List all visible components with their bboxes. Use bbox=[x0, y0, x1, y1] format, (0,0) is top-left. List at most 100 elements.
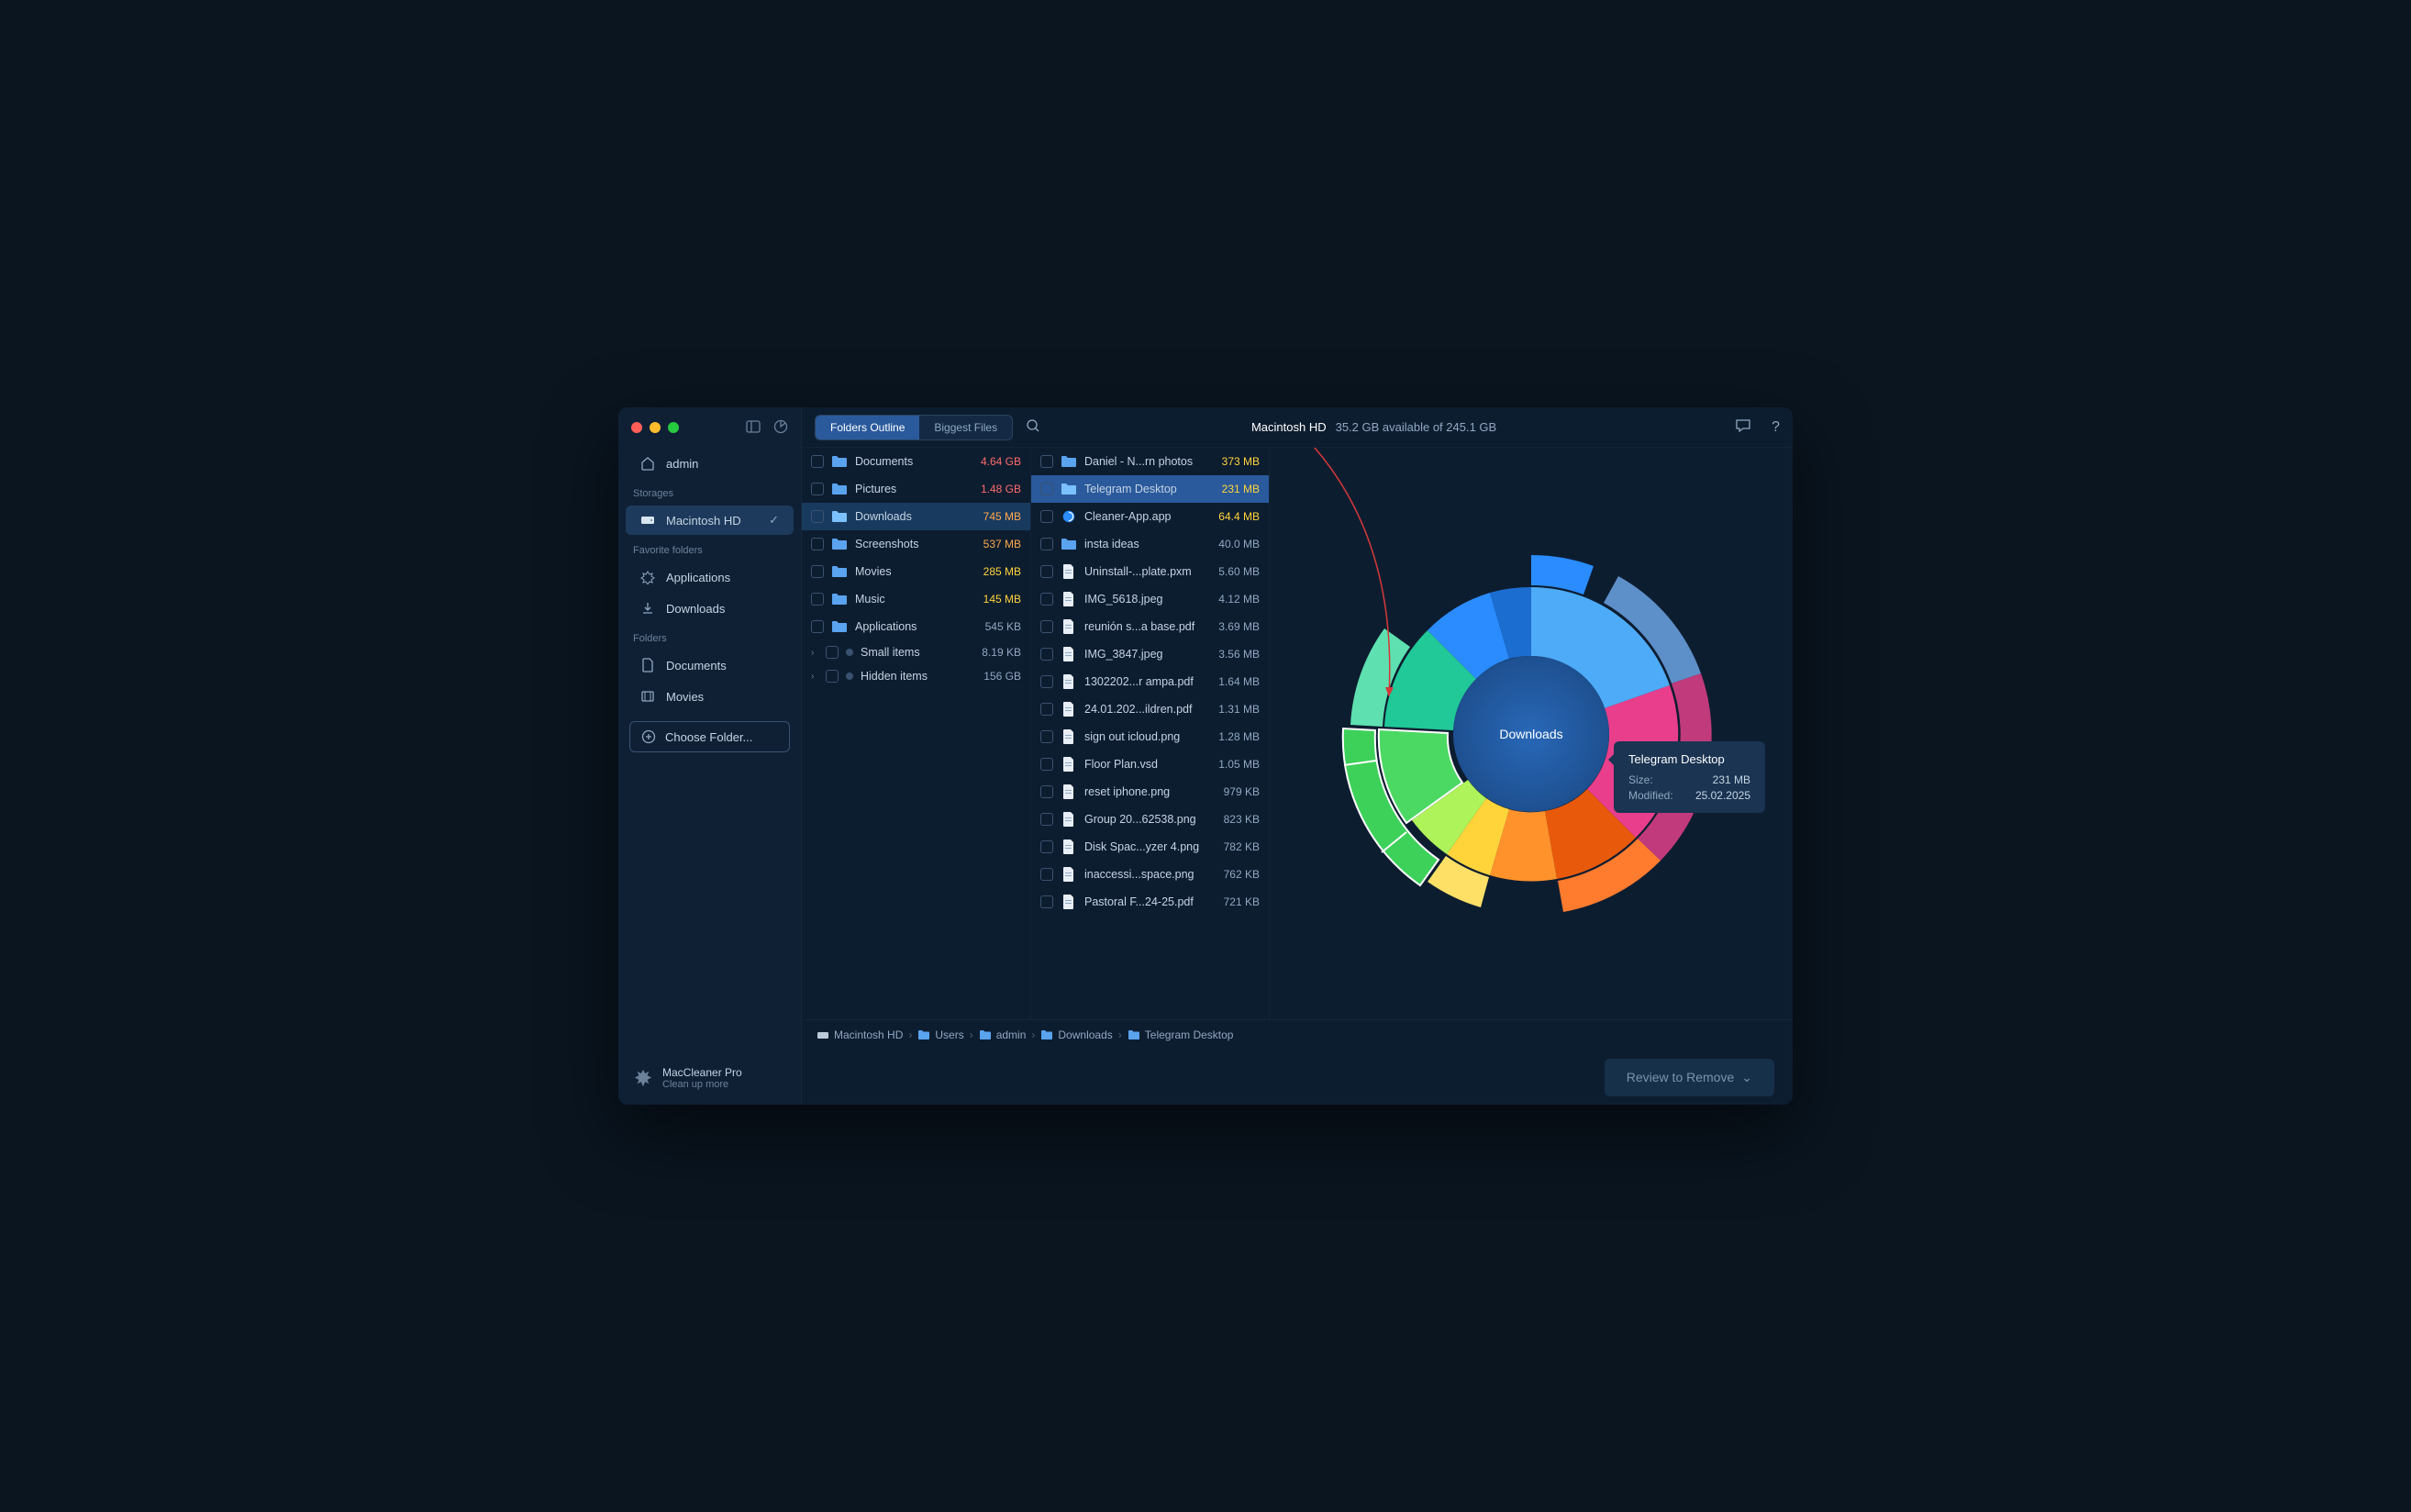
list-item[interactable]: Music145 MB bbox=[802, 585, 1030, 613]
tab-folders-outline[interactable]: Folders Outline bbox=[816, 416, 919, 439]
item-name: Screenshots bbox=[855, 538, 962, 550]
list-item[interactable]: Telegram Desktop231 MB bbox=[1031, 475, 1269, 503]
item-size: 156 GB bbox=[970, 670, 1021, 683]
review-to-remove-button[interactable]: Review to Remove ⌄ bbox=[1605, 1059, 1774, 1096]
breadcrumb-item[interactable]: Telegram Desktop bbox=[1128, 1028, 1234, 1041]
list-item[interactable]: ›Hidden items156 GB bbox=[802, 664, 1030, 688]
checkbox[interactable] bbox=[1040, 840, 1053, 853]
breadcrumb-item[interactable]: Users bbox=[917, 1028, 963, 1041]
fullscreen-window-button[interactable] bbox=[668, 422, 679, 433]
item-size: 373 MB bbox=[1208, 455, 1260, 468]
list-item[interactable]: Uninstall-...plate.pxm5.60 MB bbox=[1031, 558, 1269, 585]
pie-chart-icon[interactable] bbox=[773, 419, 788, 437]
list-item[interactable]: Daniel - N...rn photos373 MB bbox=[1031, 448, 1269, 475]
choose-folder-button[interactable]: Choose Folder... bbox=[629, 721, 790, 752]
list-item[interactable]: Movies285 MB bbox=[802, 558, 1030, 585]
checkbox[interactable] bbox=[811, 455, 824, 468]
sidebar-item-documents[interactable]: Documents bbox=[626, 650, 794, 680]
tooltip-title: Telegram Desktop bbox=[1628, 752, 1750, 766]
list-item[interactable]: Pastoral F...24-25.pdf721 KB bbox=[1031, 888, 1269, 916]
checkbox[interactable] bbox=[1040, 455, 1053, 468]
list-item[interactable]: Disk Spac...yzer 4.png 782 KB bbox=[1031, 833, 1269, 861]
checkbox[interactable] bbox=[1040, 758, 1053, 771]
list-item[interactable]: insta ideas40.0 MB bbox=[1031, 530, 1269, 558]
sidebar-item-downloads[interactable]: Downloads bbox=[626, 594, 794, 623]
search-icon[interactable] bbox=[1026, 418, 1040, 436]
checkbox[interactable] bbox=[1040, 895, 1053, 908]
list-item[interactable]: IMG_3847.jpeg3.56 MB bbox=[1031, 640, 1269, 668]
checkbox[interactable] bbox=[1040, 785, 1053, 798]
list-item[interactable]: Floor Plan.vsd1.05 MB bbox=[1031, 750, 1269, 778]
list-item[interactable]: Group 20...62538.png823 KB bbox=[1031, 806, 1269, 833]
checkbox[interactable] bbox=[1040, 565, 1053, 578]
file-icon bbox=[1061, 784, 1077, 800]
list-item[interactable]: reunión s...a base.pdf3.69 MB bbox=[1031, 613, 1269, 640]
list-item[interactable]: IMG_5618.jpeg4.12 MB bbox=[1031, 585, 1269, 613]
sidebar-footer[interactable]: MacCleaner Pro Clean up more bbox=[618, 1051, 801, 1105]
checkbox[interactable] bbox=[1040, 730, 1053, 743]
item-name: Pastoral F...24-25.pdf bbox=[1084, 895, 1201, 908]
file-icon bbox=[1061, 673, 1077, 690]
home-icon bbox=[640, 456, 655, 471]
checkbox[interactable] bbox=[1040, 510, 1053, 523]
sidebar-user[interactable]: admin bbox=[626, 449, 794, 478]
checkbox[interactable] bbox=[1040, 868, 1053, 881]
item-name: Disk Spac...yzer 4.png bbox=[1084, 840, 1201, 853]
checkbox[interactable] bbox=[811, 510, 824, 523]
list-item[interactable]: Pictures1.48 GB bbox=[802, 475, 1030, 503]
item-name: reset iphone.png bbox=[1084, 785, 1201, 798]
feedback-icon[interactable] bbox=[1735, 417, 1751, 437]
close-window-button[interactable] bbox=[631, 422, 642, 433]
folder-icon bbox=[831, 481, 848, 497]
list-item[interactable]: 1302202...r ampa.pdf1.64 MB bbox=[1031, 668, 1269, 695]
file-icon bbox=[1061, 811, 1077, 828]
checkbox[interactable] bbox=[811, 483, 824, 495]
sidebar-item-label: Movies bbox=[666, 690, 704, 704]
sidebar-item-applications[interactable]: Applications bbox=[626, 562, 794, 592]
list-item[interactable]: Applications545 KB bbox=[802, 613, 1030, 640]
item-name: Downloads bbox=[855, 510, 962, 523]
list-item[interactable]: inaccessi...space.png762 KB bbox=[1031, 861, 1269, 888]
sidebar-item-movies[interactable]: Movies bbox=[626, 682, 794, 711]
sidebar-toggle-icon[interactable] bbox=[746, 419, 761, 437]
checkbox[interactable] bbox=[1040, 620, 1053, 633]
list-item[interactable]: Screenshots 537 MB bbox=[802, 530, 1030, 558]
checkbox[interactable] bbox=[1040, 483, 1053, 495]
checkbox[interactable] bbox=[811, 620, 824, 633]
checkbox[interactable] bbox=[1040, 813, 1053, 826]
list-item[interactable]: reset iphone.png979 KB bbox=[1031, 778, 1269, 806]
checkbox[interactable] bbox=[1040, 648, 1053, 661]
breadcrumb-item[interactable]: Downloads bbox=[1040, 1028, 1112, 1041]
chevron-right-icon: › bbox=[811, 672, 818, 682]
checkbox[interactable] bbox=[1040, 703, 1053, 716]
list-item[interactable]: 24.01.202...ildren.pdf1.31 MB bbox=[1031, 695, 1269, 723]
checkbox[interactable] bbox=[811, 565, 824, 578]
breadcrumb-item[interactable]: admin bbox=[979, 1028, 1027, 1041]
list-item[interactable]: Cleaner-App.app64.4 MB bbox=[1031, 503, 1269, 530]
list-item[interactable]: Downloads 745 MB bbox=[802, 503, 1030, 530]
minimize-window-button[interactable] bbox=[650, 422, 661, 433]
checkbox[interactable] bbox=[826, 646, 839, 659]
item-size: 823 KB bbox=[1208, 813, 1260, 826]
checkbox[interactable] bbox=[826, 670, 839, 683]
checkbox[interactable] bbox=[811, 538, 824, 550]
chevron-down-icon: ⌄ bbox=[1741, 1070, 1752, 1085]
item-size: 782 KB bbox=[1208, 840, 1260, 853]
list-item[interactable]: Documents4.64 GB bbox=[802, 448, 1030, 475]
item-size: 537 MB bbox=[970, 538, 1021, 550]
toolbar: Folders Outline Biggest Files Macintosh … bbox=[802, 407, 1793, 448]
favorites-header: Favorite folders bbox=[618, 536, 801, 561]
list-item[interactable]: ›Small items8.19 KB bbox=[802, 640, 1030, 664]
checkbox[interactable] bbox=[1040, 675, 1053, 688]
tab-biggest-files[interactable]: Biggest Files bbox=[919, 416, 1012, 439]
file-icon bbox=[1061, 563, 1077, 580]
checkbox[interactable] bbox=[1040, 538, 1053, 550]
checkbox[interactable] bbox=[1040, 593, 1053, 606]
item-name: Applications bbox=[855, 620, 962, 633]
breadcrumb-item[interactable]: Macintosh HD bbox=[817, 1028, 903, 1041]
list-item[interactable]: sign out icloud.png1.28 MB bbox=[1031, 723, 1269, 750]
checkbox[interactable] bbox=[811, 593, 824, 606]
sidebar-storage-item[interactable]: Macintosh HD ✓ bbox=[626, 506, 794, 535]
help-icon[interactable]: ? bbox=[1772, 419, 1780, 436]
item-size: 745 MB bbox=[970, 510, 1021, 523]
